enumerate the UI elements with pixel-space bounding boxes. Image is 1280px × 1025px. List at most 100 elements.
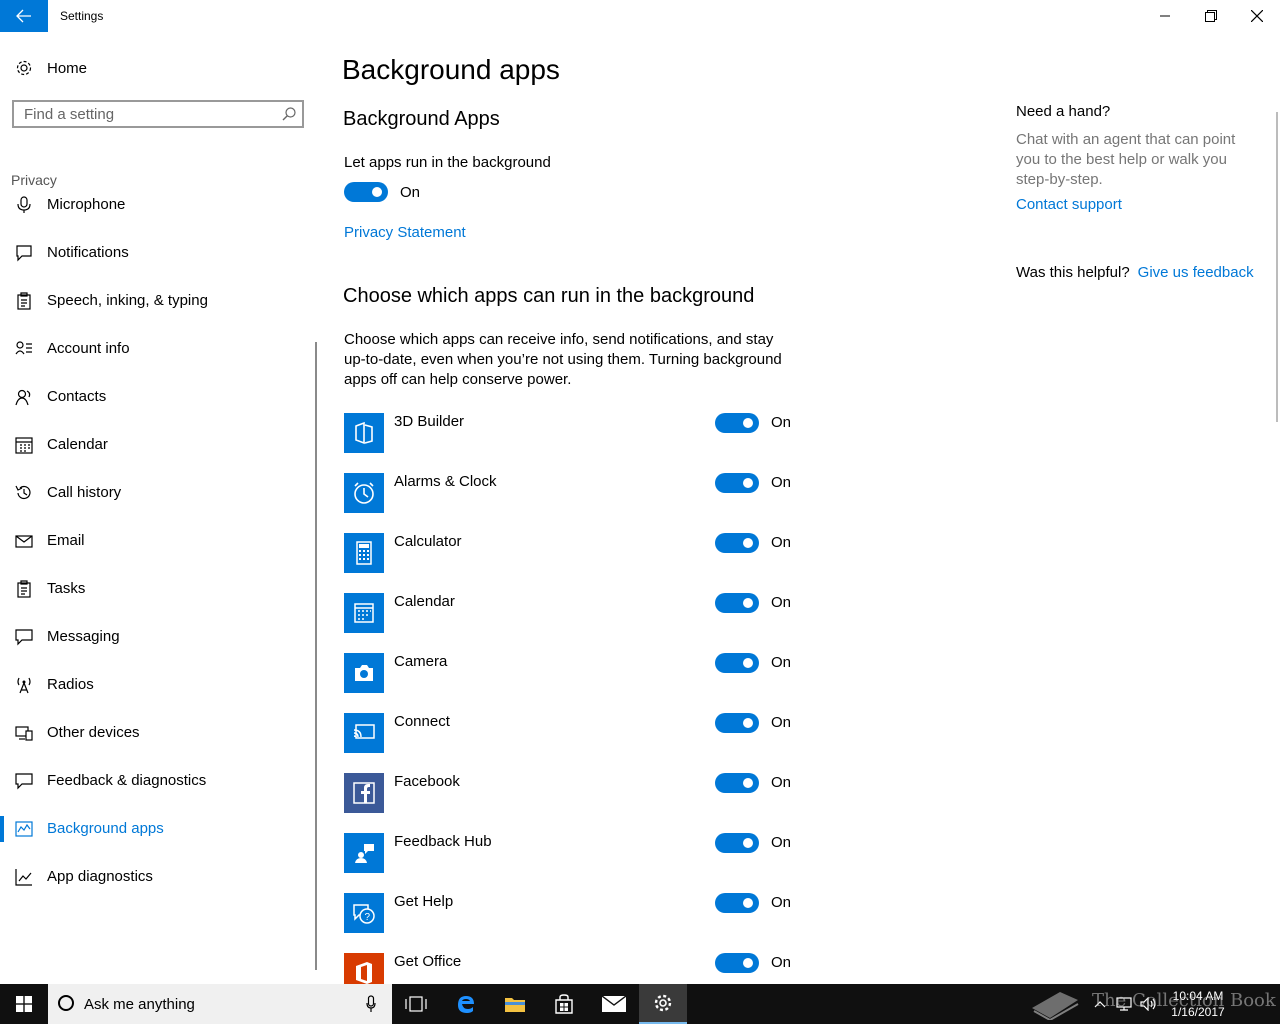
sidebar-item-label: Calendar: [47, 436, 108, 453]
get-help-icon: ?: [344, 893, 384, 933]
settings-taskbar-button[interactable]: [639, 984, 687, 1024]
sidebar-item-radios[interactable]: Radios: [0, 672, 316, 720]
back-button[interactable]: [0, 0, 48, 32]
app-background-toggle[interactable]: [715, 653, 759, 673]
task-view-icon: [405, 996, 427, 1012]
sidebar-item-call-history[interactable]: Call history: [0, 480, 316, 528]
app-toggle-state: On: [771, 474, 792, 491]
chevron-up-icon[interactable]: [1094, 1000, 1106, 1008]
network-icon[interactable]: [1116, 997, 1132, 1011]
app-background-toggle[interactable]: [715, 713, 759, 733]
calculator-icon: [344, 533, 384, 573]
message-icon: [15, 629, 33, 646]
search-icon[interactable]: [282, 107, 296, 121]
edge-taskbar-button[interactable]: [442, 984, 490, 1024]
sidebar-item-speech-inking-typing[interactable]: Speech, inking, & typing: [0, 288, 316, 336]
sidebar-item-label: Tasks: [47, 580, 86, 597]
microphone-icon[interactable]: [366, 995, 376, 1013]
restore-button[interactable]: [1188, 0, 1234, 32]
sidebar-item-label: Other devices: [47, 724, 140, 741]
app-background-toggle[interactable]: [715, 533, 759, 553]
file-explorer-button[interactable]: [491, 984, 539, 1024]
app-background-toggle[interactable]: [715, 473, 759, 493]
search-input[interactable]: [24, 105, 274, 123]
toggle-knob: [743, 418, 753, 428]
title-bar: Settings: [0, 0, 1280, 32]
app-name: Get Help: [394, 893, 454, 910]
sidebar-item-microphone[interactable]: Microphone: [0, 192, 316, 240]
app-toggle-state: On: [771, 954, 792, 971]
toggle-knob: [743, 958, 753, 968]
sidebar-item-email[interactable]: Email: [0, 528, 316, 576]
toggle-knob: [743, 658, 753, 668]
store-button[interactable]: [540, 984, 588, 1024]
app-row: Calculator On: [344, 533, 804, 573]
close-button[interactable]: [1234, 0, 1280, 32]
task-view-button[interactable]: [392, 984, 440, 1024]
minimize-button[interactable]: [1142, 0, 1188, 32]
sidebar-item-notifications[interactable]: Notifications: [0, 240, 316, 288]
svg-text:?: ?: [365, 912, 371, 923]
toggle-knob: [743, 778, 753, 788]
app-name: Facebook: [394, 773, 460, 790]
main-scrollbar[interactable]: [1276, 112, 1278, 422]
sidebar-item-label: Messaging: [47, 628, 120, 645]
app-background-toggle[interactable]: [715, 773, 759, 793]
app-row: Feedback Hub On: [344, 833, 804, 873]
sidebar-item-messaging[interactable]: Messaging: [0, 624, 316, 672]
help-title: Need a hand?: [1016, 103, 1111, 120]
app-toggle-state: On: [771, 414, 792, 431]
calendar-app-icon: [344, 593, 384, 633]
sidebar-scrollbar[interactable]: [315, 342, 317, 970]
app-row: Alarms & Clock On: [344, 473, 804, 513]
camera-icon: [344, 653, 384, 693]
sidebar-item-other-devices[interactable]: Other devices: [0, 720, 316, 768]
app-row: Camera On: [344, 653, 804, 693]
sidebar-item-app-diagnostics[interactable]: App diagnostics: [0, 864, 316, 912]
sidebar-item-account-info[interactable]: Account info: [0, 336, 316, 384]
app-name: Get Office: [394, 953, 462, 970]
taskbar-clock[interactable]: 10:04 AM 1/16/2017: [1162, 988, 1234, 1020]
search-box[interactable]: [12, 100, 304, 128]
sidebar-item-feedback-diagnostics[interactable]: Feedback & diagnostics: [0, 768, 316, 816]
home-nav-item[interactable]: Home: [0, 54, 320, 82]
sidebar-item-tasks[interactable]: Tasks: [0, 576, 316, 624]
sidebar-item-label: Email: [47, 532, 85, 549]
app-name: Calculator: [394, 533, 462, 550]
app-background-toggle[interactable]: [715, 833, 759, 853]
clock-date: 1/16/2017: [1171, 1005, 1225, 1019]
restore-icon: [1205, 10, 1217, 22]
toggle-knob: [743, 898, 753, 908]
contacts-icon: [15, 389, 31, 406]
app-name: Calendar: [394, 593, 455, 610]
app-background-toggle[interactable]: [715, 593, 759, 613]
cortana-search-text: Ask me anything: [84, 996, 195, 1013]
volume-icon[interactable]: [1140, 997, 1158, 1011]
toggle-knob: [743, 598, 753, 608]
store-icon: [555, 994, 573, 1014]
master-background-toggle[interactable]: [344, 182, 388, 202]
give-feedback-link[interactable]: Give us feedback: [1138, 264, 1254, 281]
app-name: 3D Builder: [394, 413, 465, 430]
start-button[interactable]: [0, 984, 48, 1024]
privacy-section-label: Privacy: [11, 172, 57, 188]
sidebar-item-background-apps[interactable]: Background apps: [0, 816, 316, 864]
sidebar-item-calendar[interactable]: Calendar: [0, 432, 316, 480]
sidebar-item-label: Notifications: [47, 244, 129, 261]
master-toggle-state: On: [400, 184, 421, 201]
app-background-toggle[interactable]: [715, 413, 759, 433]
app-background-toggle[interactable]: [715, 953, 759, 973]
privacy-statement-link[interactable]: Privacy Statement: [344, 224, 466, 241]
toggle-knob: [743, 538, 753, 548]
active-indicator: [0, 816, 4, 842]
system-tray: [1094, 984, 1158, 1024]
contact-support-link[interactable]: Contact support: [1016, 196, 1122, 213]
edge-icon: [458, 996, 474, 1013]
app-background-toggle[interactable]: [715, 893, 759, 913]
app-row: Get Office On: [344, 953, 804, 984]
sidebar-item-contacts[interactable]: Contacts: [0, 384, 316, 432]
mail-button[interactable]: [590, 984, 638, 1024]
cortana-search-box[interactable]: Ask me anything: [48, 984, 392, 1024]
app-name: Connect: [394, 713, 450, 730]
devices-icon: [15, 726, 33, 741]
